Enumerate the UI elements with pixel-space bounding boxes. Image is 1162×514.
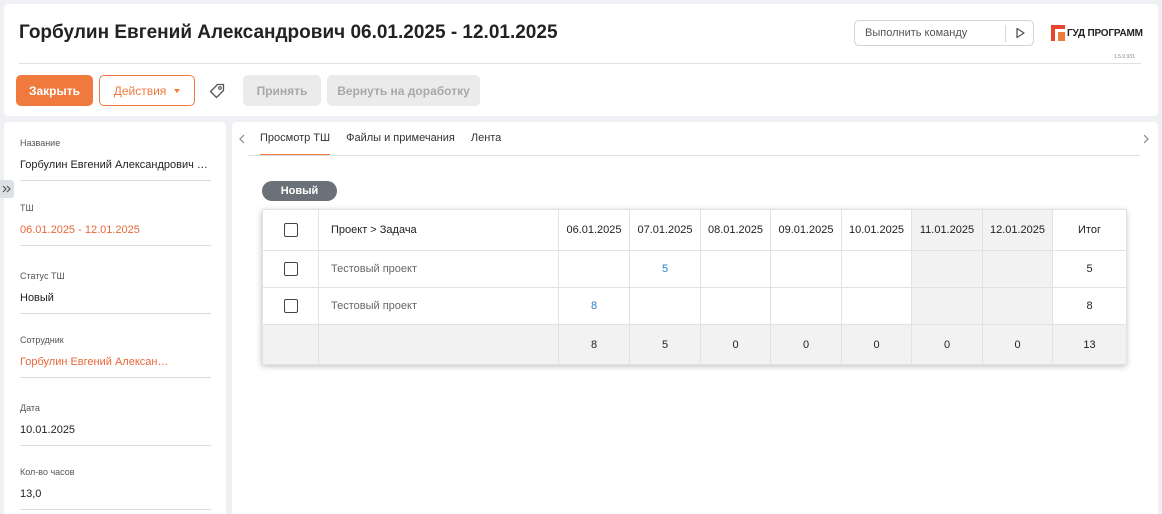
row-total-cell: 5 (1052, 250, 1127, 288)
tabs-divider (248, 155, 1140, 156)
column-header[interactable]: Итог (1052, 209, 1127, 251)
tab-bar: Просмотр ТШ Файлы и примечания Лента (260, 122, 517, 156)
totals-row: 8 5 0 0 0 0 0 13 (262, 324, 1127, 365)
row-checkbox[interactable] (283, 262, 298, 276)
close-button[interactable]: Закрыть (16, 75, 93, 106)
logo-mark-icon (1051, 25, 1065, 41)
company-logo: ГУД ПРОГРАММ (1051, 23, 1146, 49)
main-panel: Просмотр ТШ Файлы и примечания Лента Нов… (232, 122, 1158, 514)
field-label: Кол-во часов (20, 467, 75, 477)
tab-timesheet-view[interactable]: Просмотр ТШ (260, 122, 331, 156)
row-checkbox-cell (262, 250, 319, 288)
hours-cell[interactable] (770, 250, 842, 288)
row-checkbox[interactable] (283, 299, 298, 313)
field-value[interactable]: 13,0 (20, 488, 211, 510)
hours-cell[interactable] (629, 287, 701, 325)
caret-down-icon (174, 88, 181, 93)
chevron-right-icon[interactable] (1140, 132, 1152, 146)
field-label: Сотрудник (20, 335, 64, 345)
details-panel: Название Горбулин Евгений Александрович … (4, 122, 226, 514)
expand-panel-icon[interactable] (0, 180, 14, 198)
project-cell[interactable]: Тестовый проект (318, 287, 559, 325)
page-title: Горбулин Евгений Александрович 06.01.202… (19, 22, 558, 43)
column-header[interactable]: Проект > Задача (318, 209, 559, 251)
grand-total-cell: 13 (1052, 324, 1127, 365)
total-cell: 0 (700, 324, 771, 365)
timesheet-table: Проект > Задача 06.01.2025 07.01.2025 08… (262, 209, 1127, 365)
hours-cell[interactable] (982, 287, 1053, 325)
chevron-left-icon[interactable] (236, 132, 248, 146)
actions-button[interactable]: Действия (99, 75, 195, 106)
field-label: Название (20, 138, 61, 148)
select-all-checkbox[interactable] (283, 223, 298, 237)
totals-empty-cell (318, 324, 559, 365)
column-header[interactable]: 09.01.2025 (770, 209, 842, 251)
field-value[interactable]: Горбулин Евгений Александрович 06.01.202… (20, 159, 211, 181)
project-cell[interactable]: Тестовый проект (318, 250, 559, 288)
hours-cell[interactable] (841, 287, 912, 325)
command-box (854, 20, 1034, 46)
field-label: ТШ (20, 203, 34, 213)
status-badge: Новый (262, 181, 337, 201)
column-header[interactable]: 08.01.2025 (700, 209, 771, 251)
hours-cell[interactable] (700, 250, 771, 288)
hours-cell[interactable] (911, 250, 983, 288)
column-header[interactable]: 11.01.2025 (911, 209, 983, 251)
column-header[interactable]: 07.01.2025 (629, 209, 701, 251)
header-panel: Горбулин Евгений Александрович 06.01.202… (4, 4, 1158, 116)
hours-cell[interactable] (982, 250, 1053, 288)
column-header[interactable]: 10.01.2025 (841, 209, 912, 251)
field-underline (20, 377, 211, 378)
tag-icon[interactable] (208, 82, 226, 100)
table-header-row: Проект > Задача 06.01.2025 07.01.2025 08… (262, 209, 1127, 251)
field-value-link[interactable]: 06.01.2025 - 12.01.2025 (20, 224, 211, 246)
hours-cell[interactable] (558, 250, 630, 288)
hours-cell[interactable] (770, 287, 842, 325)
field-label: Дата (20, 403, 40, 413)
tab-files-notes[interactable]: Файлы и примечания (346, 122, 455, 156)
totals-empty-cell (262, 324, 319, 365)
accept-button[interactable]: Принять (243, 75, 321, 106)
command-separator (1005, 25, 1006, 42)
column-header[interactable]: 12.01.2025 (982, 209, 1053, 251)
total-cell: 8 (558, 324, 630, 365)
total-cell: 0 (770, 324, 842, 365)
total-cell: 0 (911, 324, 983, 365)
field-value[interactable]: Новый (20, 292, 211, 314)
field-name: Название Горбулин Евгений Александрович … (20, 138, 211, 181)
actions-button-label: Действия (113, 83, 167, 98)
return-for-revision-button[interactable]: Вернуть на доработку (327, 75, 480, 106)
play-icon[interactable] (1011, 24, 1029, 42)
hours-cell[interactable] (911, 287, 983, 325)
field-value-link[interactable]: Горбулин Евгений Александрович (20, 356, 170, 368)
hours-cell[interactable] (841, 250, 912, 288)
hours-cell[interactable]: 8 (558, 287, 630, 325)
tab-feed[interactable]: Лента (471, 122, 501, 156)
field-employee: Сотрудник Горбулин Евгений Александрович (20, 335, 211, 378)
title-divider (19, 63, 1141, 64)
command-input[interactable] (865, 25, 1000, 41)
row-total-cell: 8 (1052, 287, 1127, 325)
hours-cell[interactable]: 5 (629, 250, 701, 288)
version-label: 1.5.0.931 (1114, 54, 1135, 60)
field-timesheet: ТШ 06.01.2025 - 12.01.2025 (20, 203, 211, 246)
total-cell: 5 (629, 324, 701, 365)
field-date: Дата 10.01.2025 (20, 403, 211, 446)
hours-cell[interactable] (700, 287, 771, 325)
table-row: Тестовый проект 8 8 (262, 287, 1127, 325)
field-value[interactable]: 10.01.2025 (20, 424, 211, 446)
column-header[interactable]: 06.01.2025 (558, 209, 630, 251)
total-cell: 0 (841, 324, 912, 365)
field-label: Статус ТШ (20, 271, 65, 281)
row-checkbox-cell (262, 287, 319, 325)
total-cell: 0 (982, 324, 1053, 365)
table-row: Тестовый проект 5 5 (262, 250, 1127, 288)
header-checkbox-cell (262, 209, 319, 251)
logo-text: ГУД ПРОГРАММ (1067, 28, 1143, 39)
field-hours: Кол-во часов 13,0 (20, 467, 211, 510)
field-status: Статус ТШ Новый (20, 271, 211, 314)
